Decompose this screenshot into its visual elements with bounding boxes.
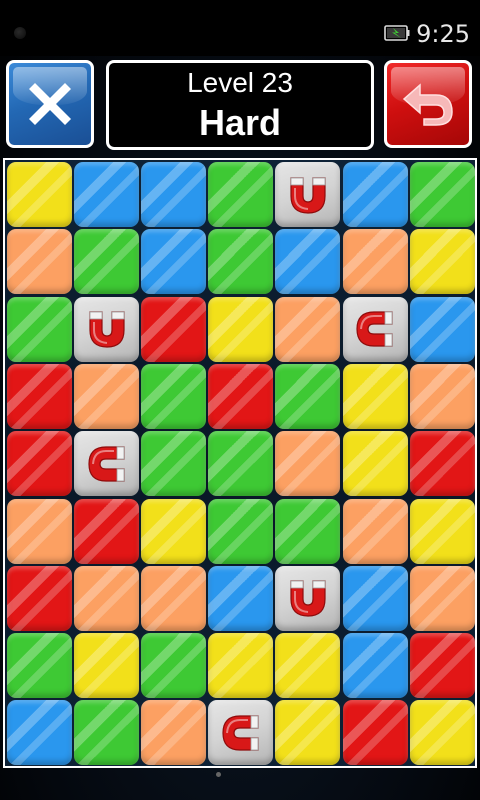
red-tile[interactable]: [74, 498, 140, 564]
status-bar: 9:25: [0, 0, 480, 56]
game-board: [3, 158, 477, 768]
red-tile[interactable]: [409, 431, 475, 497]
green-tile[interactable]: [208, 431, 274, 497]
green-tile[interactable]: [208, 162, 274, 227]
yellow-tile[interactable]: [208, 633, 274, 699]
blue-tile[interactable]: [7, 700, 72, 766]
blue-tile[interactable]: [74, 162, 140, 227]
red-tile[interactable]: [208, 363, 274, 429]
yellow-tile[interactable]: [74, 633, 140, 699]
green-tile[interactable]: [275, 363, 341, 429]
magnet-tile[interactable]: [275, 162, 341, 227]
yellow-tile[interactable]: [208, 296, 274, 362]
yellow-tile[interactable]: [342, 431, 408, 497]
yellow-tile[interactable]: [7, 162, 72, 227]
red-tile[interactable]: [342, 700, 408, 766]
blue-tile[interactable]: [342, 162, 408, 227]
level-title: Level 23: [187, 67, 293, 98]
orange-tile[interactable]: [141, 700, 207, 766]
level-info-panel: Level 23 Hard: [106, 60, 374, 150]
status-time: 9:25: [416, 20, 470, 48]
undo-arrow-icon: [402, 83, 453, 126]
magnet-tile[interactable]: [342, 296, 408, 362]
orange-tile[interactable]: [409, 565, 475, 631]
close-button[interactable]: [6, 60, 94, 148]
nav-dot: [216, 772, 221, 777]
blue-tile[interactable]: [141, 229, 207, 295]
orange-tile[interactable]: [7, 229, 72, 295]
yellow-tile[interactable]: [141, 498, 207, 564]
green-tile[interactable]: [141, 431, 207, 497]
magnet-tile[interactable]: [74, 296, 140, 362]
orange-tile[interactable]: [409, 363, 475, 429]
battery-charging-icon: [384, 25, 410, 41]
red-tile[interactable]: [7, 363, 72, 429]
green-tile[interactable]: [409, 162, 475, 227]
orange-tile[interactable]: [342, 229, 408, 295]
camera-dot: [14, 27, 26, 39]
blue-tile[interactable]: [208, 565, 274, 631]
red-tile[interactable]: [409, 633, 475, 699]
yellow-tile[interactable]: [275, 633, 341, 699]
green-tile[interactable]: [74, 229, 140, 295]
yellow-tile[interactable]: [342, 363, 408, 429]
green-tile[interactable]: [7, 633, 72, 699]
green-tile[interactable]: [208, 229, 274, 295]
blue-tile[interactable]: [141, 162, 207, 227]
green-tile[interactable]: [74, 700, 140, 766]
yellow-tile[interactable]: [409, 498, 475, 564]
green-tile[interactable]: [208, 498, 274, 564]
game-screen: 9:25 Level 23 Hard: [0, 0, 480, 800]
magnet-tile[interactable]: [208, 700, 274, 766]
blue-tile[interactable]: [342, 633, 408, 699]
orange-tile[interactable]: [141, 565, 207, 631]
red-tile[interactable]: [141, 296, 207, 362]
green-tile[interactable]: [141, 633, 207, 699]
green-tile[interactable]: [7, 296, 72, 362]
yellow-tile[interactable]: [409, 700, 475, 766]
red-tile[interactable]: [7, 431, 72, 497]
green-tile[interactable]: [141, 363, 207, 429]
orange-tile[interactable]: [275, 431, 341, 497]
magnet-icon: [356, 311, 393, 347]
magnet-icon: [87, 446, 125, 482]
undo-button[interactable]: [384, 60, 472, 148]
magnet-tile[interactable]: [275, 565, 341, 631]
red-tile[interactable]: [7, 565, 72, 631]
magnet-tile[interactable]: [74, 431, 140, 497]
blue-tile[interactable]: [342, 565, 408, 631]
blue-tile[interactable]: [409, 296, 475, 362]
yellow-tile[interactable]: [409, 229, 475, 295]
blue-tile[interactable]: [275, 229, 341, 295]
orange-tile[interactable]: [7, 498, 72, 564]
orange-tile[interactable]: [74, 565, 140, 631]
orange-tile[interactable]: [74, 363, 140, 429]
yellow-tile[interactable]: [275, 700, 341, 766]
magnet-icon: [88, 311, 125, 348]
magnet-icon: [222, 715, 259, 751]
green-tile[interactable]: [275, 498, 341, 564]
close-icon: [29, 83, 71, 125]
magnet-icon: [290, 176, 326, 214]
magnet-icon: [290, 580, 326, 617]
orange-tile[interactable]: [275, 296, 341, 362]
level-difficulty: Hard: [198, 102, 282, 143]
orange-tile[interactable]: [342, 498, 408, 564]
